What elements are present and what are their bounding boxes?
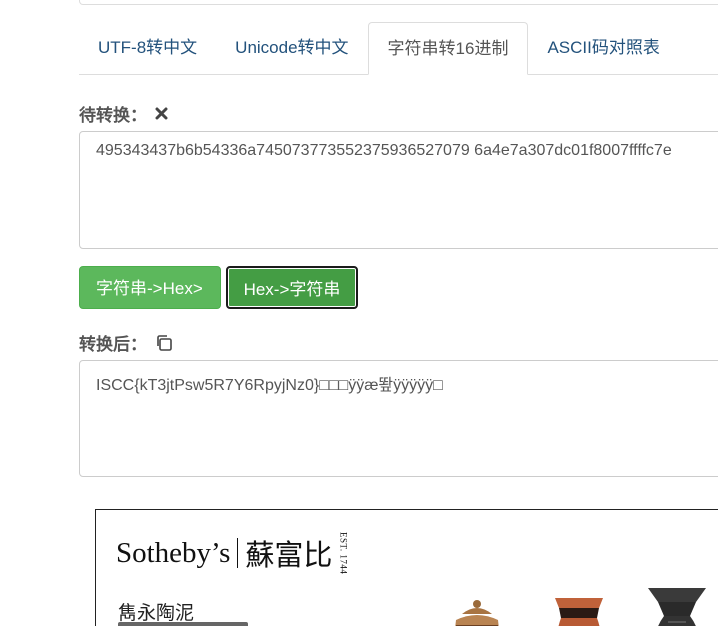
copy-icon[interactable] [155, 334, 173, 352]
output-label: 转换后： [79, 335, 147, 354]
ad-subtitle-line [118, 622, 248, 626]
page: UTF-8转中文 Unicode转中文 字符串转16进制 ASCII码对照表 待… [0, 0, 718, 626]
close-icon[interactable] [155, 107, 168, 120]
black-vase-image [648, 588, 706, 626]
sothebys-advertisement[interactable]: Sotheby’s 蘇富比 EST. 1744 雋永陶泥 [95, 509, 718, 626]
ad-brand-en: Sotheby’s [116, 536, 231, 569]
hex-to-string-button[interactable]: Hex->字符串 [226, 266, 358, 309]
input-label: 待转换： [79, 106, 147, 125]
ad-logo-divider [237, 538, 239, 569]
input-label-row: 待转换： [79, 101, 168, 126]
lidded-jar-image [455, 600, 499, 626]
string-to-hex-button[interactable]: 字符串->Hex> [79, 266, 221, 309]
top-panel-edge [79, 0, 718, 5]
tab-unicode-to-chinese[interactable]: Unicode转中文 [216, 22, 367, 73]
tab-ascii-table[interactable]: ASCII码对照表 [528, 22, 678, 73]
ad-est: EST. 1744 [338, 532, 349, 575]
input-textarea[interactable]: 495343437b6b54336a7450737735523759365270… [79, 131, 718, 249]
output-label-row: 转换后： [79, 330, 173, 355]
output-textarea[interactable]: ISCC{kT3jtPsw5R7Y6RpyjNz0}□□□ÿÿæ뙆ÿÿÿÿÿ□ [79, 360, 718, 477]
output-value: ISCC{kT3jtPsw5R7Y6RpyjNz0}□□□ÿÿæ뙆ÿÿÿÿÿ□ [96, 377, 443, 394]
ad-logo: Sotheby’s 蘇富比 EST. 1744 [116, 532, 349, 575]
input-value: 495343437b6b54336a7450737735523759365270… [96, 142, 672, 159]
ad-brand-zh: 蘇富比 [245, 540, 333, 573]
tab-utf8-to-chinese[interactable]: UTF-8转中文 [79, 22, 216, 73]
tab-string-to-hex[interactable]: 字符串转16进制 [367, 22, 529, 75]
tab-bar: UTF-8转中文 Unicode转中文 字符串转16进制 ASCII码对照表 [79, 22, 718, 75]
ad-subtitle: 雋永陶泥 [118, 603, 195, 624]
painted-vase-image [555, 598, 603, 626]
